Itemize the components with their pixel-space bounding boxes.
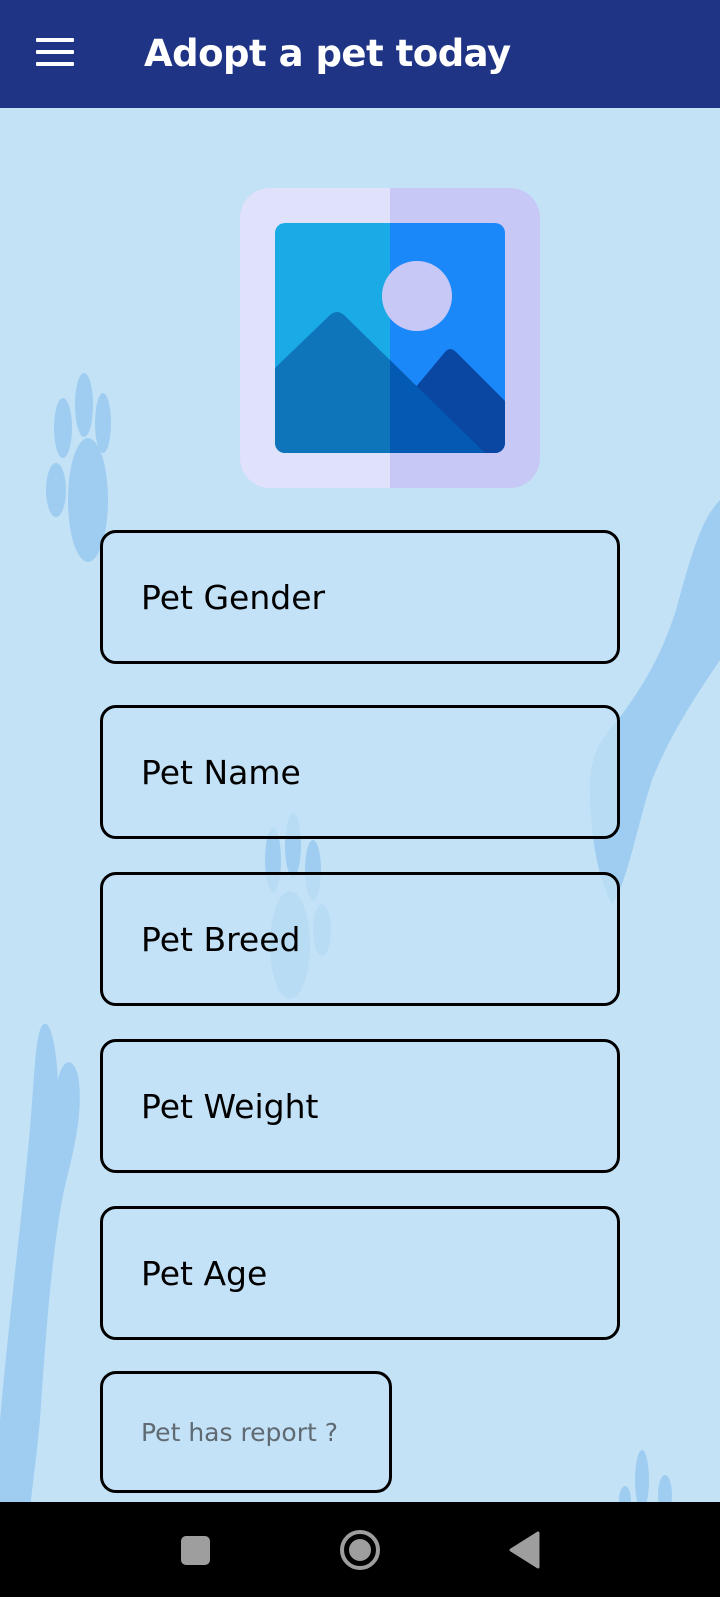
system-navigation-bar bbox=[0, 1502, 720, 1597]
pet-weight-placeholder: Pet Weight bbox=[141, 1086, 319, 1126]
image-placeholder-icon bbox=[240, 188, 540, 488]
pet-breed-placeholder: Pet Breed bbox=[141, 919, 301, 959]
pet-age-placeholder: Pet Age bbox=[141, 1253, 268, 1293]
pet-age-field[interactable]: Pet Age bbox=[100, 1206, 620, 1340]
paw-print-icon bbox=[46, 373, 111, 562]
square-recents-icon[interactable] bbox=[167, 1522, 223, 1578]
page-title: Adopt a pet today bbox=[144, 32, 511, 75]
pet-has-report-label: Pet has report ? bbox=[141, 1417, 339, 1447]
pet-name-field[interactable]: Pet Name bbox=[100, 705, 620, 839]
hamburger-menu-icon[interactable] bbox=[36, 38, 76, 66]
pet-weight-field[interactable]: Pet Weight bbox=[100, 1039, 620, 1173]
triangle-back-icon[interactable] bbox=[498, 1522, 554, 1578]
pet-breed-field[interactable]: Pet Breed bbox=[100, 872, 620, 1006]
app-bar: Adopt a pet today bbox=[0, 0, 720, 108]
pet-gender-placeholder: Pet Gender bbox=[141, 577, 326, 617]
pet-gender-field[interactable]: Pet Gender bbox=[100, 530, 620, 664]
circle-home-icon[interactable] bbox=[332, 1522, 388, 1578]
pet-has-report-button[interactable]: Pet has report ? bbox=[100, 1371, 392, 1493]
pet-name-placeholder: Pet Name bbox=[141, 752, 301, 792]
pet-photo-picker[interactable] bbox=[240, 188, 540, 488]
add-pet-screen: Adopt a pet today Pet Gender Pet Name Pe… bbox=[0, 0, 720, 1597]
